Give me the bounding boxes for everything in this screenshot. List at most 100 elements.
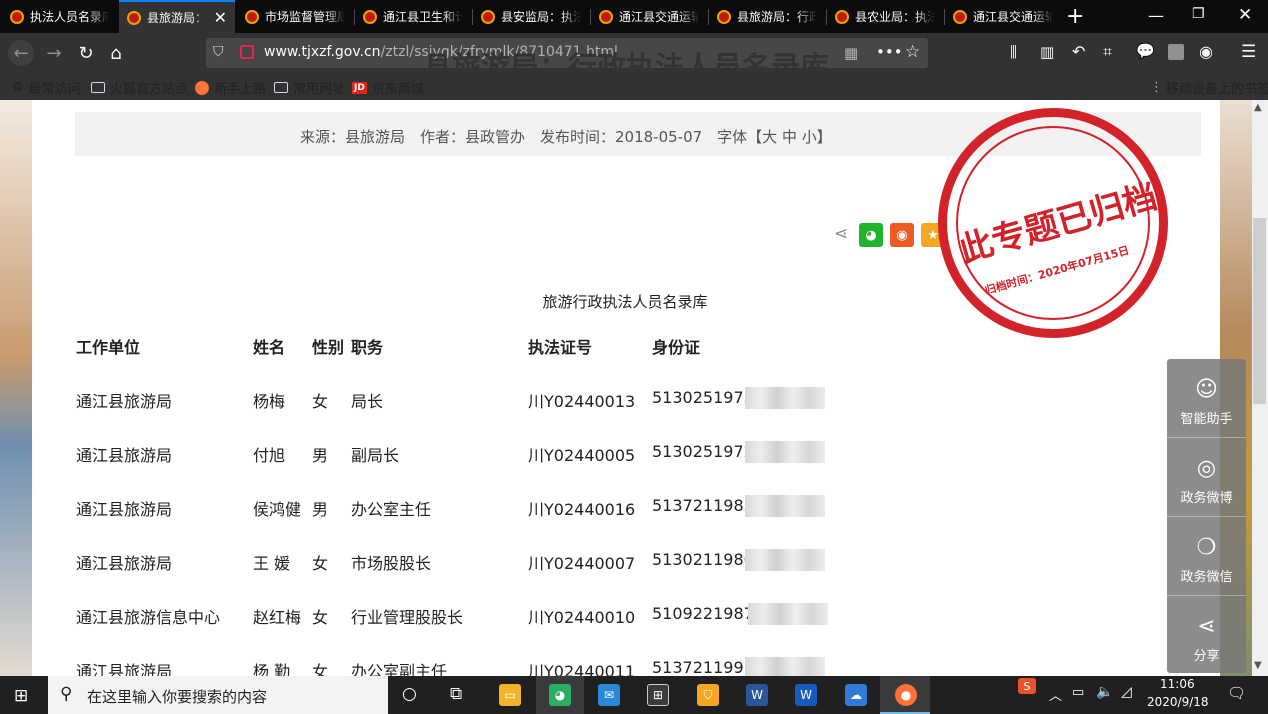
divider (1167, 595, 1246, 596)
wechat-share-icon[interactable]: ◕ (859, 223, 883, 247)
header-license: 执法证号 (528, 338, 593, 357)
smart-assistant-button[interactable]: ☺ 智能助手 (1167, 368, 1246, 447)
site-favicon-icon (127, 10, 141, 25)
cell-gender: 女 (312, 392, 329, 411)
new-tab-button[interactable]: + (1066, 4, 1084, 29)
weibo-icon: ◎ (1196, 456, 1217, 481)
header-gender: 性别 (312, 338, 345, 357)
gov-wechat-button[interactable]: ❍ 政务微信 (1167, 526, 1246, 605)
cell-unit: 通江县旅游局 (76, 554, 173, 573)
cell-position: 副局长 (351, 446, 400, 465)
wps-word-icon[interactable]: W (795, 684, 817, 706)
site-favicon-icon (481, 9, 495, 24)
article-title: 县旅游局：行政执法人员名录库 (422, 50, 829, 84)
cell-id: 5109221987 (652, 604, 754, 623)
clock-date[interactable]: 2020/9/18 (1147, 695, 1209, 709)
cell-license: 川Y02440016 (528, 500, 636, 519)
header-unit: 工作单位 (76, 338, 141, 357)
site-favicon-icon (599, 9, 613, 24)
cell-id: 5130211980 (652, 550, 754, 569)
cell-license: 川Y02440013 (528, 392, 636, 411)
site-favicon-icon (717, 9, 731, 24)
site-favicon-icon (10, 9, 24, 24)
close-tab-icon[interactable]: ✕ (214, 8, 227, 27)
baidu-netdisk-icon[interactable]: ☁ (845, 684, 867, 706)
cell-name: 赵红梅 (253, 608, 302, 627)
table-caption: 旅游行政执法人员名录库 (542, 293, 708, 311)
mail-icon[interactable]: ✉ (598, 684, 620, 706)
cortana-icon[interactable]: ○ (402, 684, 417, 704)
cell-position: 局长 (351, 392, 384, 411)
store-icon[interactable]: ⊞ (647, 684, 669, 706)
cell-position: 办公室主任 (351, 500, 432, 519)
word-icon[interactable]: W (746, 684, 768, 706)
cell-position: 行业管理股股长 (351, 608, 464, 627)
divider (1167, 516, 1246, 517)
tab-2-active[interactable]: 县旅游局：行政✕ (119, 0, 235, 33)
notification-icon[interactable]: 🗨 (1227, 684, 1246, 702)
share-button[interactable]: ⋖ 分享 (1167, 605, 1246, 684)
clock-time[interactable]: 11:06 (1160, 677, 1195, 691)
cell-license: 川Y02440005 (528, 446, 636, 465)
cell-gender: 女 (312, 554, 329, 573)
tab-9[interactable]: 通江县交通运输 (945, 0, 1061, 33)
tab-3[interactable]: 市场监督管理局 (237, 0, 353, 33)
security-shield-icon[interactable]: ⛉ (697, 684, 719, 706)
tab-6[interactable]: 通江县交通运输 (591, 0, 707, 33)
volume-icon[interactable]: 🔈 (1096, 684, 1113, 700)
scroll-up-arrow-icon[interactable]: ▲ (1254, 102, 1262, 113)
cell-gender: 男 (312, 446, 329, 465)
site-favicon-icon (953, 9, 967, 24)
divider (1167, 437, 1246, 438)
scroll-down-arrow-icon[interactable]: ▼ (1254, 660, 1262, 671)
close-window-icon[interactable]: ✕ (1238, 5, 1252, 25)
cell-position: 市场股股长 (351, 554, 432, 573)
wechat-app-icon[interactable]: ◕ (549, 684, 571, 706)
file-explorer-icon[interactable]: ▭ (499, 684, 521, 706)
site-favicon-icon (835, 9, 849, 24)
restore-window-icon[interactable]: ❐ (1192, 6, 1205, 22)
firefox-app-icon[interactable]: ● (895, 684, 917, 706)
redacted-blur (745, 495, 825, 517)
robot-icon: ☺ (1195, 377, 1218, 402)
tab-5[interactable]: 县安监局：执法 (473, 0, 589, 33)
minimize-icon[interactable]: — (1148, 6, 1164, 25)
cell-unit: 通江县旅游信息中心 (76, 608, 221, 627)
network-icon[interactable]: ◿ (1121, 684, 1132, 700)
task-view-icon[interactable]: ⧉ (450, 684, 462, 704)
header-position: 职务 (351, 338, 384, 357)
sogou-ime-icon[interactable]: S (1018, 678, 1036, 694)
redacted-blur (748, 603, 828, 625)
site-favicon-icon (245, 9, 259, 24)
search-placeholder: 在这里输入你要搜索的内容 (87, 688, 268, 706)
cell-name: 王 媛 (253, 554, 291, 573)
cell-id: 5130251975 (652, 388, 754, 407)
windows-start-icon[interactable]: ⊞ (14, 686, 28, 706)
tab-8[interactable]: 县农业局：执法 (827, 0, 943, 33)
tray-expand-icon[interactable]: ︿ (1049, 685, 1062, 704)
tab-4[interactable]: 通江县卫生和计 (355, 0, 471, 33)
search-icon: ⚲ (60, 684, 73, 704)
tab-1[interactable]: 执法人员名录库 (2, 0, 117, 33)
cell-gender: 男 (312, 500, 329, 519)
gov-weibo-button[interactable]: ◎ 政务微博 (1167, 447, 1246, 526)
cell-id: 5130251972 (652, 442, 754, 461)
tab-7[interactable]: 县旅游局：行政 (709, 0, 825, 33)
cell-unit: 通江县旅游局 (76, 500, 173, 519)
article-meta: 来源：县旅游局 作者：县政管办 发布时间：2018-05-07 字体【大 中 小… (300, 128, 832, 146)
cell-id: 5137211985 (652, 496, 754, 515)
redacted-blur (745, 387, 825, 409)
weibo-share-icon[interactable]: ◉ (890, 223, 914, 247)
redacted-blur (745, 441, 825, 463)
header-name: 姓名 (253, 338, 286, 357)
share-icon[interactable]: ⋖ (834, 224, 848, 244)
scrollbar-thumb[interactable] (1253, 218, 1266, 404)
cell-unit: 通江县旅游局 (76, 392, 173, 411)
cell-license: 川Y02440007 (528, 554, 636, 573)
site-favicon-icon (363, 9, 377, 24)
cell-name: 杨梅 (253, 392, 286, 411)
background-photo-left (0, 100, 32, 676)
battery-icon[interactable]: ▭ (1072, 685, 1084, 700)
redacted-blur (745, 549, 825, 571)
cell-gender: 女 (312, 608, 329, 627)
